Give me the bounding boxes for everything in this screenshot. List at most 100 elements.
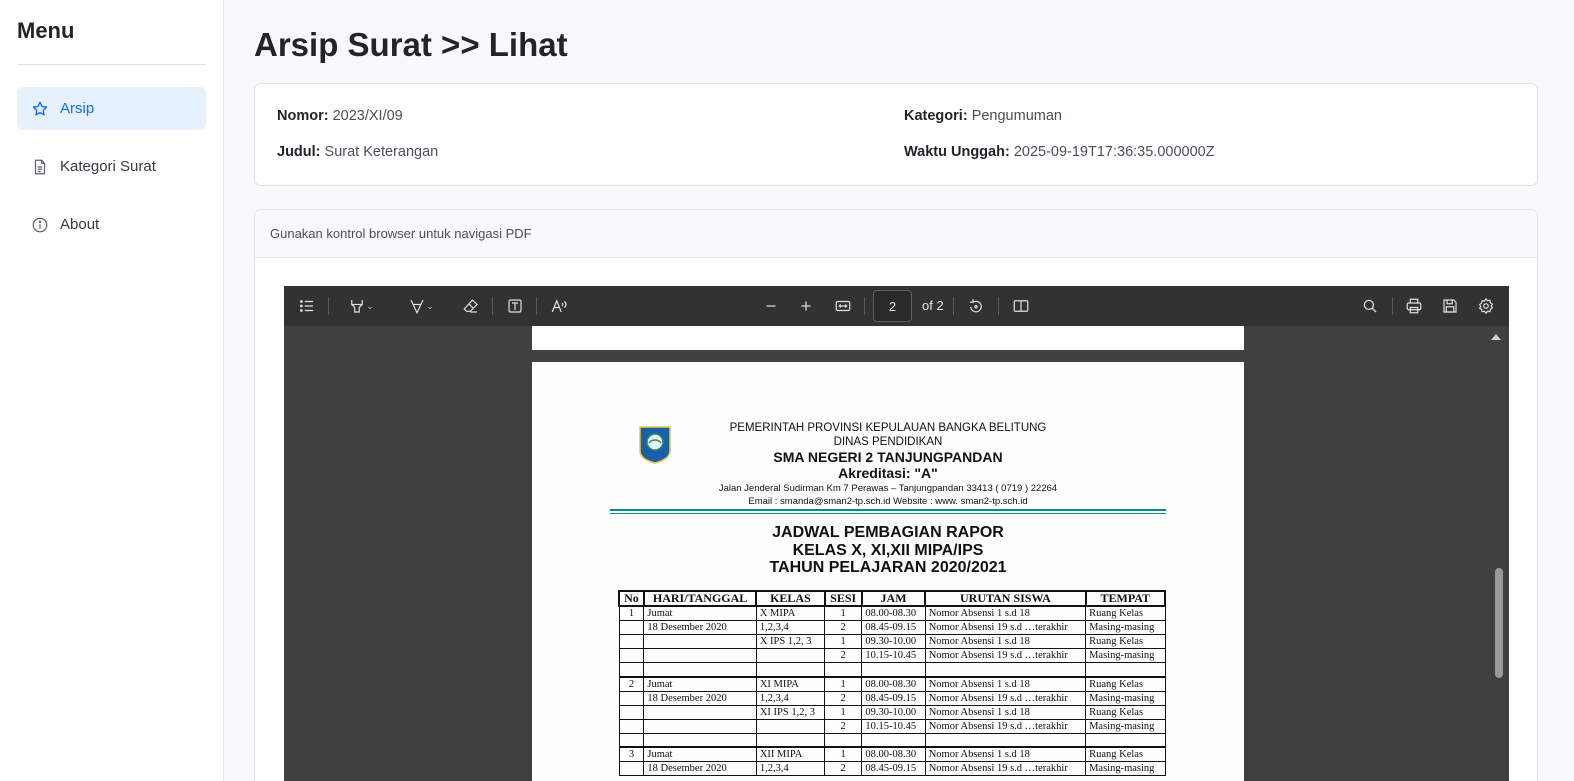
table-header-row: No HARI/TANGGAL KELAS SESI JAM URUTAN SI… (618, 590, 1167, 607)
doc-title-2: KELAS X, XI,XII MIPA/IPS (792, 542, 984, 559)
header-divider (610, 509, 1166, 514)
pdf-toolbar: ⌄ ⌄ 2 of 2 (284, 286, 1509, 326)
pdf-card: Gunakan kontrol browser untuk navigasi P… (254, 209, 1538, 781)
table-cell (1085, 732, 1166, 748)
sidebar-item-arsip[interactable]: Arsip (17, 87, 206, 130)
rotate-button[interactable] (963, 286, 989, 326)
table-cell: Nomor Absensi 19 s.d …terakhir (924, 761, 1087, 776)
table-cell: Nomor Absensi 1 s.d 18 (924, 605, 1087, 621)
table-cell: 2 (618, 675, 645, 692)
pdf-card-header: Gunakan kontrol browser untuk navigasi P… (255, 210, 1537, 258)
waktu-unggah-label: Waktu Unggah: (904, 144, 1010, 160)
table-cell (1085, 662, 1166, 677)
table-cell: Nomor Absensi 19 s.d …terakhir (924, 648, 1087, 663)
table-cell (618, 719, 645, 734)
print-icon (1406, 298, 1422, 314)
sidebar-title: Menu (17, 18, 206, 65)
table-cell: Nomor Absensi 1 s.d 18 (924, 675, 1087, 692)
table-row: 1 Jumat X MIPA 1 08.00-08.30 Nomor Absensi 1 … (618, 605, 1166, 621)
text-box-icon (508, 299, 522, 313)
save-button[interactable] (1437, 286, 1463, 326)
table-row: 18 Desember 2020 1,2,3,4 2 08.45-09.15 Nomor… (618, 620, 1166, 635)
table-cell: 1 (618, 605, 645, 621)
table-cell (643, 634, 757, 649)
header-line-4: Akreditasi: "A" (838, 465, 938, 481)
table-cell: Nomor Absensi 1 s.d 18 (924, 704, 1087, 720)
table-cell: XII MIPA (755, 746, 826, 762)
table-cell: X IPS 1,2, 3 (755, 634, 826, 649)
read-aloud-button[interactable] (546, 286, 572, 326)
page-number-input[interactable]: 2 (873, 290, 912, 322)
table-cell (643, 648, 757, 663)
highlight-button[interactable]: ⌄ (338, 286, 384, 326)
table-row: 18 Desember 2020 1,2,3,4 2 08.45-09.15 Nomor… (618, 690, 1166, 706)
nomor-label: Nomor: (277, 108, 329, 124)
sidebar: Menu Arsip Kategori Surat About (0, 0, 224, 781)
table-row: 3 Jumat XII MIPA 1 08.00-08.30 Nomor Absensi … (618, 746, 1166, 762)
draw-button[interactable]: ⌄ (398, 286, 444, 326)
table-cell (618, 634, 645, 649)
scroll-up-arrow[interactable] (1491, 334, 1501, 340)
sidebar-item-label: Kategori Surat (60, 158, 156, 175)
erase-button[interactable] (458, 286, 484, 326)
settings-button[interactable] (1473, 286, 1499, 326)
table-cell (618, 662, 645, 677)
table-cell: 1 (823, 605, 863, 621)
table-cell (861, 662, 926, 677)
table-row (618, 662, 1166, 677)
zoom-out-button[interactable] (758, 286, 784, 326)
table-cell: Ruang Kelas (1085, 634, 1166, 649)
table-cell (618, 705, 645, 720)
waktu-unggah-field: Waktu Unggah: 2025-09-19T17:36:35.000000… (904, 144, 1215, 180)
zoom-in-button[interactable] (793, 286, 819, 326)
column-header: URUTAN SISWA (924, 590, 1087, 607)
sidebar-item-kategori-surat[interactable]: Kategori Surat (17, 145, 206, 188)
table-cell: 2 (823, 620, 863, 635)
pdf-document-area[interactable]: PEMERINTAH PROVINSI KEPULAUAN BANGKA BEL… (284, 326, 1509, 781)
table-cell (618, 691, 645, 706)
table-cell: 09.30-10.00 (861, 634, 926, 649)
text-box-button[interactable] (502, 286, 528, 326)
table-cell: Nomor Absensi 19 s.d …terakhir (924, 690, 1087, 706)
table-cell: 1 (823, 675, 863, 692)
document-icon (34, 159, 46, 174)
read-aloud-icon (551, 299, 567, 313)
schedule-table-body: 1 Jumat X MIPA 1 08.00-08.30 Nomor Absensi 1 … (618, 605, 1166, 776)
table-row: 2 10.15-10.45 Nomor Absensi 19 s.d …terakh… (618, 648, 1166, 663)
pdf-page-2: PEMERINTAH PROVINSI KEPULAUAN BANGKA BEL… (532, 362, 1244, 781)
search-icon (1363, 299, 1377, 313)
table-cell: Ruang Kelas (1085, 704, 1166, 720)
table-cell: 1,2,3,4 (755, 761, 826, 776)
table-cell: 18 Desember 2020 (643, 620, 757, 635)
search-button[interactable] (1357, 286, 1383, 326)
header-line-2: DINAS PENDIDIKAN (833, 436, 943, 448)
kategori-label: Kategori: (904, 108, 968, 124)
table-cell: 10.15-10.45 (861, 718, 926, 734)
info-left-column: Nomor: 2023/XI/09 Judul: Surat Keteranga… (277, 108, 438, 180)
table-cell: Nomor Absensi 19 s.d …terakhir (924, 620, 1087, 635)
outline-icon (300, 300, 313, 312)
table-cell (618, 733, 645, 748)
column-header: SESI (823, 590, 863, 607)
draw-icon (410, 299, 424, 315)
table-cell: XI MIPA (755, 675, 826, 692)
table-cell: Masing-masing (1085, 761, 1166, 776)
sidebar-item-about[interactable]: About (17, 203, 206, 246)
judul-field: Judul: Surat Keterangan (277, 144, 438, 180)
column-header: HARI/TANGGAL (642, 590, 758, 607)
save-icon (1443, 299, 1457, 313)
table-cell: Ruang Kelas (1085, 605, 1166, 621)
print-button[interactable] (1401, 286, 1427, 326)
doc-title-1: JADWAL PEMBAGIAN RAPOR (772, 524, 1004, 541)
table-cell (618, 620, 645, 635)
scrollbar-thumb[interactable] (1495, 568, 1503, 678)
page-view-button[interactable] (1008, 286, 1034, 326)
table-cell: 1,2,3,4 (755, 620, 826, 635)
outline-button[interactable] (294, 286, 320, 326)
table-cell: 2 (823, 690, 863, 706)
pdf-viewer[interactable]: ⌄ ⌄ 2 of 2 PEMERINTAH PROVINSI KEPULAUAN… (284, 286, 1509, 781)
fit-page-button[interactable] (830, 286, 856, 326)
table-cell: 18 Desember 2020 (643, 761, 757, 776)
table-cell: 08.00-08.30 (861, 675, 926, 692)
table-cell: 3 (618, 746, 645, 762)
